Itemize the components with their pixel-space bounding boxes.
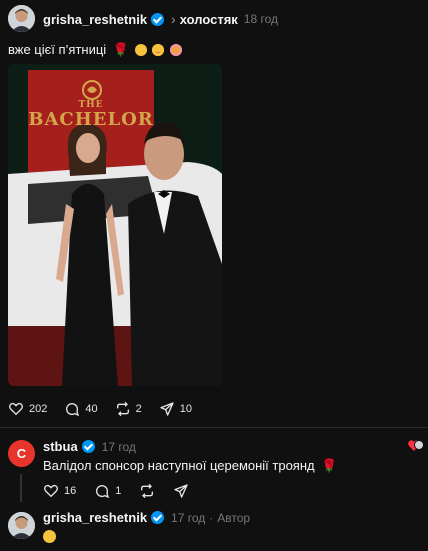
reply-timestamp[interactable]: 17 год (102, 440, 136, 454)
reply-comment-count: 1 (115, 485, 122, 497)
reply-text-row: Валідол спонсор наступної церемонії троя… (43, 458, 337, 474)
heart-eyes-emoji-icon (152, 44, 165, 56)
like-button[interactable]: 202 (8, 401, 47, 417)
post-text: вже цієї п’ятниці (8, 42, 107, 57)
verified-badge-icon (151, 511, 165, 524)
breadcrumb-separator: › (171, 11, 176, 27)
reply-username[interactable]: stbua (43, 439, 78, 454)
thread-line (20, 474, 22, 502)
comment-icon (96, 485, 110, 499)
post-image[interactable]: THE BACHELOR (8, 64, 222, 386)
author-liked-icon (408, 439, 424, 453)
repost-count: 2 (135, 403, 142, 415)
heart-icon (9, 402, 23, 416)
rose-emoji: 🌹 (112, 42, 129, 57)
post-actions: 202 40 2 10 (8, 401, 192, 417)
reply-share-button[interactable] (173, 483, 189, 499)
comment-button[interactable]: 40 (64, 401, 98, 417)
author-label: Автор (217, 510, 251, 525)
comment-icon (66, 403, 80, 417)
verified-badge-icon (81, 440, 95, 453)
reply2-text-row (43, 529, 56, 544)
reply-like-count: 16 (64, 485, 77, 497)
reply-comment-button[interactable]: 1 (94, 483, 121, 499)
like-count: 202 (29, 403, 48, 415)
repost-icon (141, 483, 154, 499)
reply2-username[interactable]: grisha_reshetnik (43, 510, 147, 525)
reply-repost-button[interactable] (139, 483, 155, 499)
stb-avatar[interactable]: C (8, 440, 35, 467)
topic-tag[interactable]: холостяк (180, 12, 238, 27)
send-icon (174, 484, 189, 498)
verified-badge-icon (151, 12, 165, 26)
rose-emoji: 🌹 (321, 458, 338, 473)
hearts-face-emoji-icon (169, 44, 182, 56)
avatar[interactable] (8, 512, 35, 539)
post-text-row: вже цієї п’ятниці 🌹 (8, 42, 182, 58)
reply-like-button[interactable]: 16 (43, 483, 76, 499)
send-icon (160, 402, 174, 416)
repost-button[interactable]: 2 (115, 401, 142, 417)
avatar[interactable] (8, 5, 35, 32)
post-username[interactable]: grisha_reshetnik (43, 12, 147, 27)
dot-separator: · (209, 510, 214, 525)
stb-logo-letter: C (16, 446, 27, 461)
laughing-emoji-icon (134, 44, 147, 56)
reply-actions: 16 1 (43, 483, 189, 499)
share-count: 10 (179, 403, 192, 415)
heart-icon (44, 484, 58, 498)
reply-text: Валідол спонсор наступної церемонії троя… (43, 458, 315, 473)
sign-text-bachelor: BACHELOR (28, 109, 154, 130)
divider (0, 427, 428, 428)
repost-icon (116, 401, 129, 417)
laughing-emoji-icon (43, 530, 56, 543)
comment-count: 40 (85, 403, 98, 415)
post-timestamp[interactable]: 18 год (244, 12, 278, 26)
reply2-timestamp[interactable]: 17 год (171, 511, 205, 525)
share-button[interactable]: 10 (159, 401, 192, 417)
